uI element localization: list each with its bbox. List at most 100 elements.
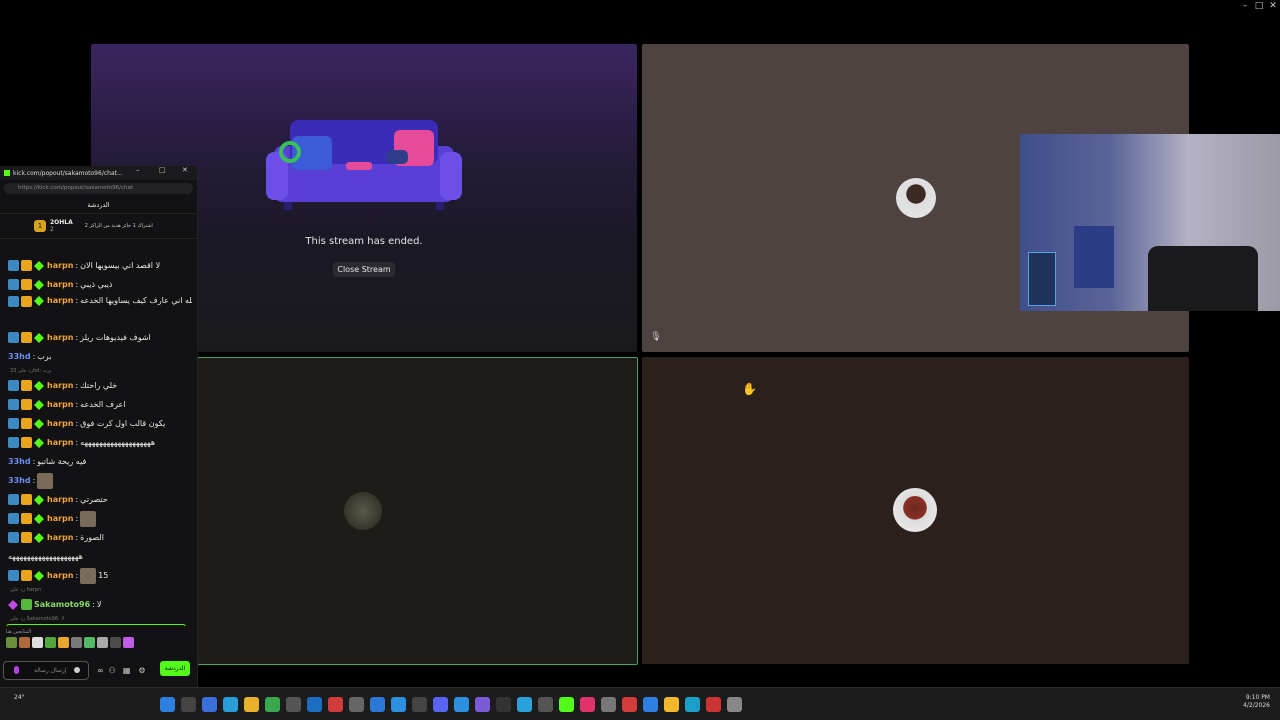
start-icon[interactable] bbox=[160, 697, 175, 712]
maximize-icon[interactable]: □ bbox=[159, 166, 166, 174]
chat-message-list[interactable]: harpn: لا اقصد اني بيسويها الان harpn: ذيبي… bbox=[0, 256, 192, 626]
emote-icon[interactable] bbox=[123, 637, 134, 648]
app-icon[interactable] bbox=[538, 697, 553, 712]
app-icon[interactable] bbox=[202, 697, 217, 712]
app-icon[interactable] bbox=[265, 697, 280, 712]
chat-username[interactable]: harpn bbox=[47, 400, 73, 409]
chat-username[interactable]: harpn bbox=[47, 333, 73, 342]
app-icon[interactable] bbox=[601, 697, 616, 712]
participant-tile-bottom-right[interactable] bbox=[642, 357, 1189, 664]
chat-username[interactable]: harpn bbox=[47, 296, 73, 305]
separator: : bbox=[75, 400, 79, 409]
chat-username[interactable]: 33hd bbox=[8, 352, 31, 361]
weather-widget[interactable]: 24° bbox=[14, 694, 25, 701]
chat-username[interactable]: harpn bbox=[47, 533, 73, 542]
mic-muted-icon[interactable]: 🎙 bbox=[650, 332, 662, 344]
close-icon[interactable]: ✕ bbox=[1266, 0, 1280, 12]
app-icon[interactable] bbox=[706, 697, 721, 712]
telegram-icon[interactable] bbox=[517, 697, 532, 712]
app-icon[interactable] bbox=[328, 697, 343, 712]
emote-icon[interactable] bbox=[58, 637, 69, 648]
discord-icon[interactable] bbox=[433, 697, 448, 712]
subscriber-badge-icon bbox=[34, 399, 44, 410]
pinned-user[interactable]: 2OHLA bbox=[50, 219, 73, 226]
chat-username[interactable]: harpn bbox=[47, 419, 73, 428]
close-icon[interactable]: ✕ bbox=[182, 166, 188, 174]
close-stream-button[interactable]: Close Stream bbox=[333, 262, 395, 277]
chat-username[interactable]: 33hd bbox=[8, 476, 31, 485]
emote-icon[interactable] bbox=[84, 637, 95, 648]
chat-message: harpn: هههههههههههههههههههه bbox=[0, 433, 192, 452]
monitor-poster bbox=[1074, 226, 1114, 288]
minimize-icon[interactable]: – bbox=[136, 166, 140, 174]
chat-message: harpn: لا اقصد اني بيسويها الان bbox=[0, 256, 192, 275]
settings-icon[interactable]: ⚙ bbox=[138, 666, 145, 675]
system-tray-clock[interactable]: 9:10 PM 4/2/2026 bbox=[1243, 694, 1270, 710]
gift-icon[interactable]: ∞ bbox=[97, 666, 104, 675]
message-text: خلي راحتك bbox=[80, 381, 118, 390]
chat-username[interactable]: 33hd bbox=[8, 457, 31, 466]
app-icon[interactable] bbox=[223, 697, 238, 712]
chat-username[interactable]: harpn bbox=[47, 381, 73, 390]
chat-username[interactable]: harpn bbox=[47, 438, 73, 447]
emote-icon[interactable] bbox=[6, 637, 17, 648]
chat-username[interactable]: harpn bbox=[47, 280, 73, 289]
kick-icon[interactable] bbox=[559, 697, 574, 712]
youtube-icon[interactable] bbox=[622, 697, 637, 712]
emote-icon[interactable] bbox=[110, 637, 121, 648]
app-icon[interactable] bbox=[412, 697, 427, 712]
emote-icon[interactable] bbox=[32, 637, 43, 648]
message-text: 15 bbox=[98, 571, 109, 580]
chair-silhouette bbox=[1148, 246, 1258, 311]
app-icon[interactable] bbox=[370, 697, 385, 712]
edge-icon[interactable] bbox=[643, 697, 658, 712]
chat-send-button[interactable]: الدردشة bbox=[160, 661, 190, 676]
participant-avatar bbox=[344, 492, 382, 530]
chat-message: harpn: اشوف فيديوهات ريلز bbox=[0, 328, 192, 347]
crown-badge-icon bbox=[21, 380, 32, 391]
chrome-icon[interactable] bbox=[664, 697, 679, 712]
chat-message: harpn: حتصرتي bbox=[0, 490, 192, 509]
chat-message-input[interactable]: إرسال رسالة bbox=[3, 660, 89, 680]
people-icon[interactable]: ⚇ bbox=[109, 666, 116, 675]
emote-icon[interactable] bbox=[19, 637, 30, 648]
emote-icon[interactable] bbox=[71, 637, 82, 648]
message-text: لا اقصد اني بيسويها الان bbox=[80, 261, 161, 270]
separator: : bbox=[75, 280, 79, 289]
chat-username[interactable]: harpn bbox=[47, 261, 73, 270]
rank-badge: 1 bbox=[34, 220, 46, 232]
app-icon[interactable] bbox=[286, 697, 301, 712]
search-icon[interactable] bbox=[181, 697, 196, 712]
maximize-icon[interactable]: □ bbox=[1252, 0, 1266, 12]
emote-icon[interactable] bbox=[97, 637, 108, 648]
subscriber-badge-icon bbox=[34, 380, 44, 391]
chat-username[interactable]: harpn bbox=[47, 514, 73, 523]
chat-username[interactable]: harpn bbox=[47, 495, 73, 504]
app-icon[interactable] bbox=[496, 697, 511, 712]
chat-username[interactable]: harpn bbox=[47, 571, 73, 580]
app-icon[interactable] bbox=[475, 697, 490, 712]
minimize-icon[interactable]: – bbox=[1238, 0, 1252, 12]
emote-icon[interactable] bbox=[45, 637, 56, 648]
app-icon[interactable] bbox=[580, 697, 595, 712]
chat-message: harpn: 15 bbox=[0, 566, 192, 585]
moderator-badge-icon bbox=[8, 437, 19, 448]
separator: : bbox=[75, 495, 79, 504]
app-icon[interactable] bbox=[454, 697, 469, 712]
emoji-icon[interactable] bbox=[74, 666, 80, 673]
chat-message: harpn: اعرف الخدعه bbox=[0, 395, 192, 414]
folder-icon[interactable] bbox=[244, 697, 259, 712]
app-icon[interactable] bbox=[349, 697, 364, 712]
mic-icon[interactable] bbox=[14, 665, 19, 674]
participant-tile-bottom-left[interactable] bbox=[197, 357, 638, 665]
steam-icon[interactable] bbox=[307, 697, 322, 712]
app-icon[interactable] bbox=[727, 697, 742, 712]
app-icon[interactable] bbox=[685, 697, 700, 712]
input-placeholder: إرسال رسالة bbox=[34, 666, 67, 674]
app-icon[interactable] bbox=[391, 697, 406, 712]
grid-icon[interactable]: ▦ bbox=[123, 666, 131, 675]
chat-url-bar[interactable]: https://kick.com/popout/sakamoto96/chat bbox=[4, 183, 193, 194]
separator: : bbox=[32, 476, 36, 485]
chat-username[interactable]: Sakamoto96 bbox=[34, 600, 90, 609]
emote-bar[interactable] bbox=[6, 637, 134, 651]
